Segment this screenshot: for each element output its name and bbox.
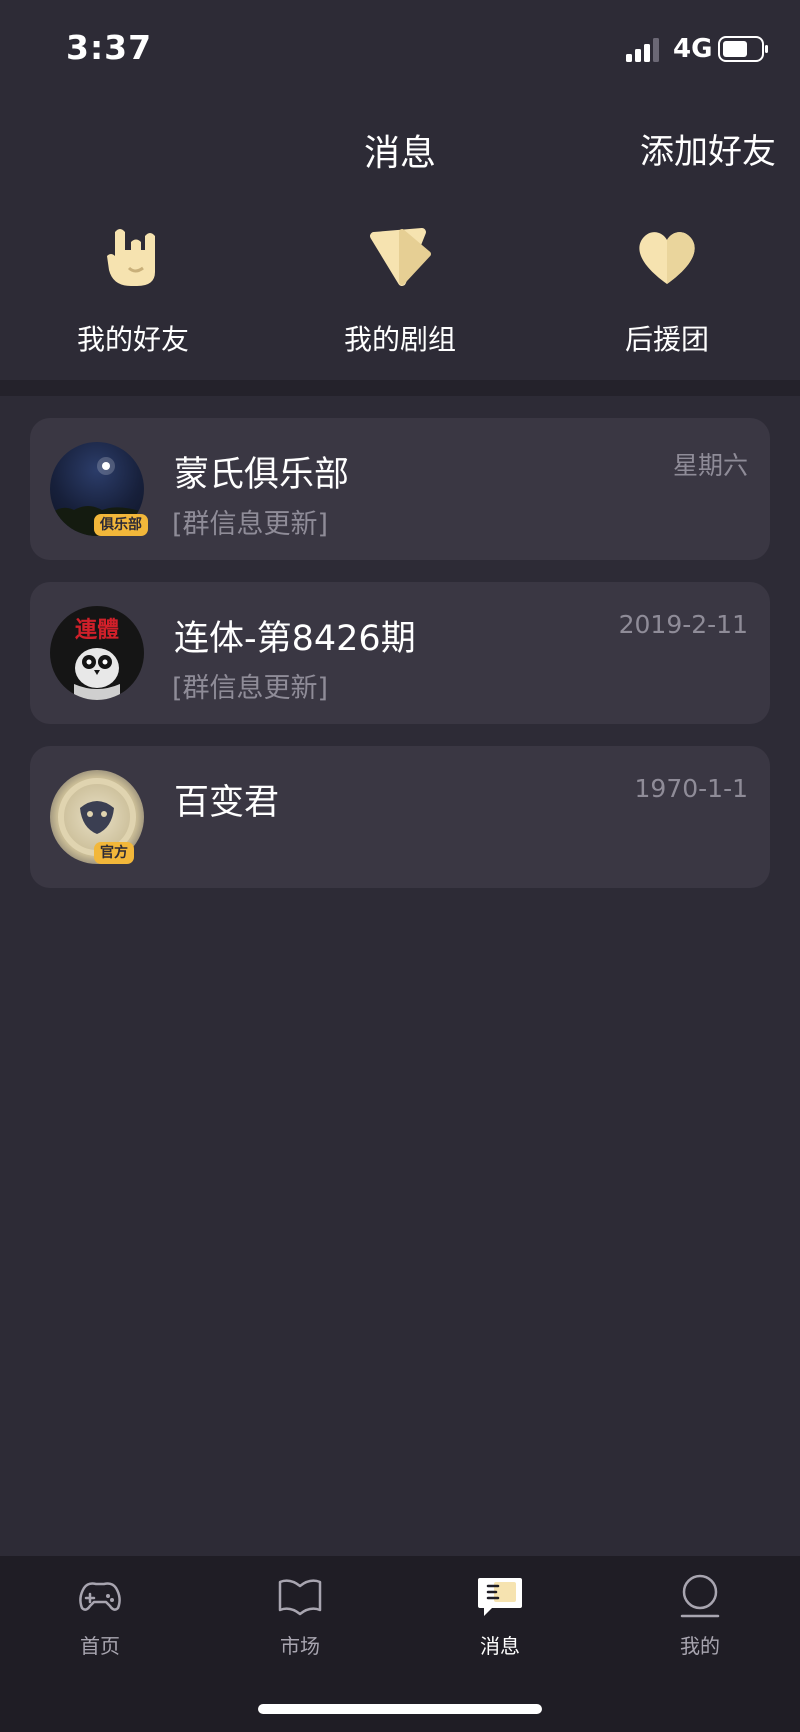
chat-item[interactable]: 俱乐部 蒙氏俱乐部 [群信息更新] 星期六 <box>30 418 770 560</box>
club-badge: 俱乐部 <box>94 514 148 536</box>
owl-image <box>74 648 120 700</box>
chat-name: 百变君 <box>174 783 280 823</box>
shortcut-row: 我的好友 我的剧组 后援团 <box>0 200 800 380</box>
chat-name: 蒙氏俱乐部 <box>174 455 350 495</box>
section-divider <box>0 380 800 396</box>
heart-icon <box>639 232 695 284</box>
network-type: 4G <box>673 34 713 64</box>
add-friend-button[interactable]: 添加好友 <box>640 124 776 173</box>
signal-icon <box>626 38 659 62</box>
home-indicator <box>258 1704 542 1714</box>
tab-label: 消息 <box>480 1634 520 1658</box>
message-icon <box>478 1578 522 1616</box>
shortcut-label: 我的剧组 <box>343 323 456 356</box>
chat-preview: [群信息更新] <box>172 673 329 704</box>
tab-messages[interactable]: 消息 <box>400 1556 600 1676</box>
play-triangle-icon <box>370 228 431 286</box>
chat-name: 连体-第8426期 <box>174 619 416 659</box>
battery-icon <box>718 36 768 62</box>
status-bar: 3:37 4G <box>0 0 800 100</box>
book-icon <box>278 1579 322 1616</box>
tab-label: 我的 <box>680 1634 720 1658</box>
shortcut-my-crew[interactable]: 我的剧组 <box>300 200 500 380</box>
title-bar: 消息 添加好友 <box>0 100 800 200</box>
tab-label: 首页 <box>80 1634 120 1658</box>
chat-item[interactable]: 連體 连体-第8426期 [群信息更新] 2019-2-11 <box>30 582 770 724</box>
profile-icon <box>680 1574 720 1618</box>
shortcut-label: 后援团 <box>624 323 709 356</box>
official-badge: 官方 <box>94 842 134 864</box>
shortcut-my-friends[interactable]: 我的好友 <box>33 200 233 380</box>
chat-item[interactable]: 官方 百变君 1970-1-1 <box>30 746 770 888</box>
tab-home[interactable]: 首页 <box>0 1556 200 1676</box>
tab-label: 市场 <box>280 1634 320 1658</box>
chat-preview: [群信息更新] <box>172 509 329 540</box>
tab-profile[interactable]: 我的 <box>600 1556 800 1676</box>
shortcut-label: 我的好友 <box>76 323 189 356</box>
avatar: 連體 <box>50 606 144 700</box>
chat-time: 星期六 <box>672 451 748 480</box>
chat-time: 2019-2-11 <box>618 610 748 639</box>
tab-market[interactable]: 市场 <box>200 1556 400 1676</box>
shortcut-support-group[interactable]: 后援团 <box>567 200 767 380</box>
rock-hand-icon <box>107 229 155 286</box>
status-time: 3:37 <box>66 28 153 67</box>
gamepad-icon <box>79 1582 121 1611</box>
chat-time: 1970-1-1 <box>634 774 748 803</box>
